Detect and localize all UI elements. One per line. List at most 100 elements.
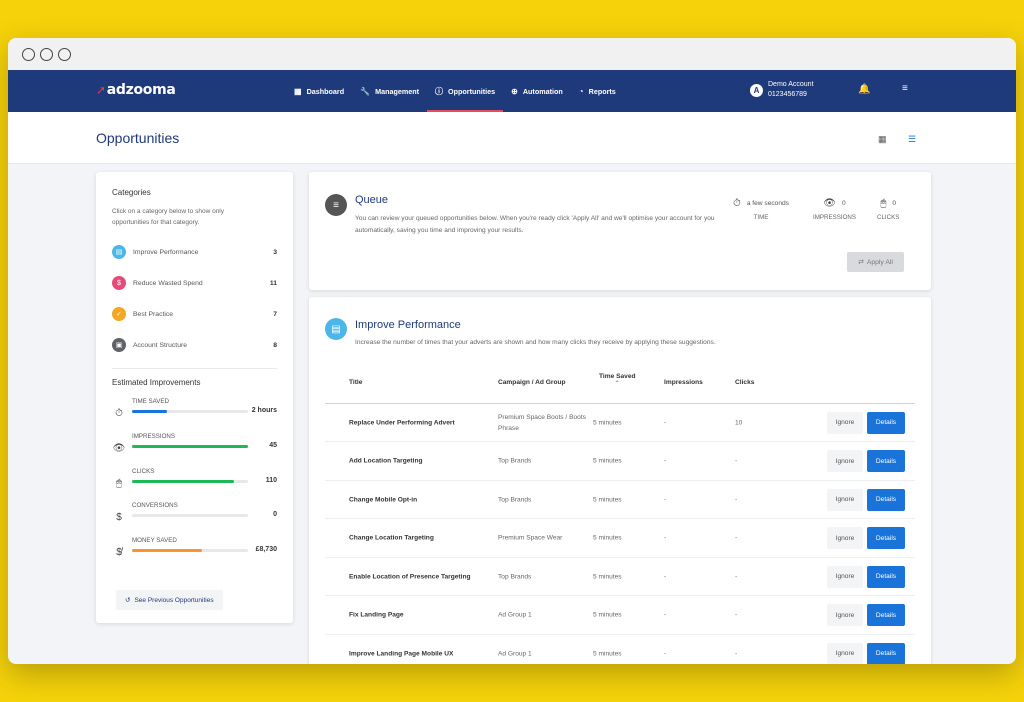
queue-stat-impressions: 👁 0 IMPRESSIONS (813, 198, 856, 221)
notification-bell-icon[interactable]: 🔔 (858, 84, 870, 95)
stopwatch-icon: ⏱ (733, 198, 741, 209)
row-campaign: Ad Group 1 (498, 650, 532, 657)
queue-card: ≡ Queue You can review your queued oppor… (309, 172, 931, 290)
category-count: 11 (269, 279, 277, 287)
category-label: Best Practice (133, 310, 174, 318)
column-header-impressions[interactable]: Impressions (664, 379, 703, 386)
metric-label: MONEY SAVED (132, 537, 177, 544)
category-account-structure[interactable]: ▣ Account Structure 8 (112, 337, 277, 353)
top-navigation: ➚adzooma ▦ Dashboard 🔧 Management ⓘ Opportu… (8, 70, 1016, 112)
chart-icon: ▤ (112, 245, 126, 259)
hamburger-menu-icon[interactable]: ≡ (902, 83, 908, 94)
ignore-button[interactable]: Ignore (827, 604, 863, 626)
column-header-clicks[interactable]: Clicks (735, 379, 754, 386)
ignore-button[interactable]: Ignore (827, 565, 863, 588)
time-saved-label: Time Saved (599, 373, 636, 380)
adzooma-logo[interactable]: ➚adzooma (96, 82, 176, 98)
metric-progress-track (132, 480, 248, 483)
table-row: Enable Location of Presence Targeting Top… (325, 558, 915, 596)
category-improve-performance[interactable]: ▤ Improve Performance 3 (112, 244, 277, 260)
nav-label: Automation (522, 86, 563, 96)
column-header-time-saved[interactable]: Time Saved ⌃ (599, 373, 636, 387)
metric-label: CLICKS (132, 468, 155, 475)
metric-clicks: 🖱 CLICKS 110 (112, 468, 277, 496)
queue-description: You can review your queued opportunities… (355, 215, 715, 234)
details-button[interactable]: Details (867, 488, 905, 511)
category-label: Account Structure (133, 341, 188, 349)
account-id: 0123456789 (768, 91, 807, 98)
stopwatch-icon: ⏱ (115, 408, 123, 419)
nav-label: Dashboard (306, 86, 345, 96)
grid-view-icon[interactable]: ▦ (878, 134, 887, 145)
see-previous-opportunities-button[interactable]: ↺ See Previous Opportunities (116, 590, 223, 610)
details-button[interactable]: Details (867, 565, 905, 588)
details-button[interactable]: Details (867, 411, 905, 434)
ignore-button[interactable]: Ignore (827, 411, 863, 434)
details-button[interactable]: Details (867, 604, 905, 626)
row-clicks: - (735, 611, 738, 619)
mouse-icon: 🖱 (880, 198, 887, 209)
apply-all-button[interactable]: ⇄ Apply All (847, 252, 904, 272)
pie-chart-icon: ◔ (578, 86, 584, 96)
row-title: Improve Landing Page Mobile UX (349, 650, 454, 657)
row-campaign: Top Brands (498, 457, 532, 465)
rocket-icon: ➚ (96, 83, 106, 97)
metric-progress-track (132, 410, 248, 413)
details-button[interactable]: Details (867, 642, 905, 664)
row-clicks: - (735, 534, 738, 542)
queue-icon: ≡ (325, 194, 347, 216)
apply-all-label: Apply All (866, 258, 893, 266)
stat-label: CLICKS (877, 214, 900, 221)
nav-item-dashboard[interactable]: ▦ Dashboard (286, 70, 352, 112)
stat-value: 0 (842, 200, 846, 207)
nav-items: ▦ Dashboard 🔧 Management ⓘ Opportunities ⊕ A… (286, 70, 624, 112)
table-row: Fix Landing Page Ad Group 1 5 minutes - - Ign… (325, 597, 915, 635)
nav-item-opportunities[interactable]: ⓘ Opportunities (427, 70, 504, 112)
grid-icon: ▦ (294, 86, 302, 96)
metric-value: 2 hours (251, 407, 277, 414)
list-view-icon[interactable]: ☰ (908, 134, 916, 145)
stat-value: 0 (892, 200, 897, 207)
category-best-practice[interactable]: ✓ Best Practice 7 (112, 306, 277, 322)
column-header-campaign[interactable]: Campaign / Ad Group (498, 379, 566, 386)
table-row: Change Mobile Opt-in Top Brands 5 minutes -… (325, 481, 915, 519)
row-campaign: Premium Space Boots / Boots Phrase (498, 413, 586, 432)
nav-item-reports[interactable]: ◔ Reports (571, 70, 624, 112)
queue-stat-time: ⏱ a few seconds TIME (733, 198, 789, 221)
categories-heading: Categories (112, 188, 151, 197)
window-close-button[interactable] (22, 48, 35, 61)
ignore-button[interactable]: Ignore (827, 488, 863, 511)
details-button[interactable]: Details (867, 527, 905, 549)
wrench-icon: 🔧 (360, 86, 371, 96)
window-minimize-button[interactable] (40, 48, 53, 61)
nav-item-automation[interactable]: ⊕ Automation (503, 70, 571, 112)
details-button[interactable]: Details (867, 450, 905, 472)
stat-label: TIME (753, 214, 769, 221)
info-icon: ⓘ (435, 86, 444, 96)
row-title: Change Location Targeting (349, 534, 434, 542)
metric-label: TIME SAVED (132, 398, 170, 405)
metric-value: 110 (265, 477, 277, 484)
ignore-button[interactable]: Ignore (827, 527, 863, 549)
account-name: Demo Account (768, 81, 814, 88)
check-list-icon: ✓ (112, 307, 126, 321)
ignore-button[interactable]: Ignore (827, 450, 863, 472)
nav-label: Management (375, 86, 420, 96)
category-count: 3 (273, 248, 277, 256)
column-header-title[interactable]: Title (349, 379, 362, 386)
queue-title: Queue (355, 194, 389, 206)
nav-item-management[interactable]: 🔧 Management (352, 70, 427, 112)
account-switcher[interactable]: A Demo Account 0123456789 (750, 80, 814, 100)
metric-label: IMPRESSIONS (132, 433, 175, 440)
window-maximize-button[interactable] (58, 48, 71, 61)
mouse-icon: 🖱 (116, 478, 122, 489)
row-clicks: 10 (735, 419, 743, 426)
page-title: Opportunities (96, 130, 180, 146)
category-reduce-wasted-spend[interactable]: $ Reduce Wasted Spend 11 (112, 275, 277, 291)
metric-progress-track (132, 514, 248, 517)
categories-sidebar: Categories Click on a category below to … (96, 172, 293, 623)
metric-label: CONVERSIONS (132, 502, 178, 509)
window-titlebar (8, 38, 1016, 70)
account-info: Demo Account 0123456789 (768, 80, 814, 100)
ignore-button[interactable]: Ignore (827, 642, 863, 664)
